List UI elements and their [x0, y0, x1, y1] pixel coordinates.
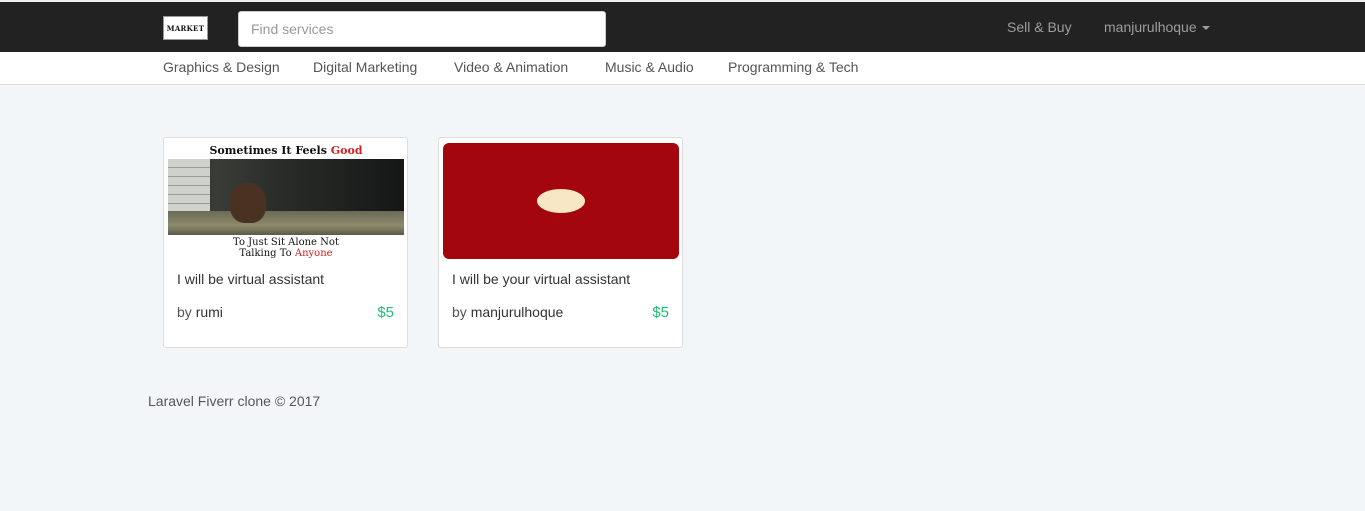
service-thumbnail[interactable]: Sometimes It Feels Good To Just Sit Alon… — [168, 143, 404, 259]
footer-copyright: Laravel Fiverr clone © 2017 — [148, 393, 321, 409]
top-navbar: MARKET Sell & Buy manjurulhoque — [0, 0, 1365, 52]
search-input[interactable] — [238, 11, 606, 47]
sell-buy-link[interactable]: Sell & Buy — [1007, 19, 1072, 35]
service-card[interactable]: I will be your virtual assistant by manj… — [438, 137, 683, 348]
service-title[interactable]: I will be virtual assistant — [177, 271, 324, 287]
caret-down-icon — [1201, 26, 1210, 31]
category-bar: Graphics & Design Digital Marketing Vide… — [0, 52, 1365, 85]
thumbnail-caption-top: Sometimes It Feels Good — [209, 144, 363, 157]
ellipse-graphic — [537, 189, 585, 213]
category-digital-marketing[interactable]: Digital Marketing — [313, 59, 417, 75]
service-seller: by manjurulhoque — [452, 304, 564, 320]
service-price: $5 — [377, 304, 394, 321]
teddy-bear-photo — [168, 159, 404, 235]
category-programming-tech[interactable]: Programming & Tech — [728, 59, 858, 75]
username-label: manjurulhoque — [1104, 19, 1197, 35]
service-title[interactable]: I will be your virtual assistant — [452, 271, 630, 287]
market-logo[interactable]: MARKET — [163, 16, 208, 40]
category-video-animation[interactable]: Video & Animation — [454, 59, 568, 75]
category-music-audio[interactable]: Music & Audio — [605, 59, 694, 75]
seller-link[interactable]: manjurulhoque — [471, 304, 564, 320]
category-graphics-design[interactable]: Graphics & Design — [163, 59, 280, 75]
service-card[interactable]: Sometimes It Feels Good To Just Sit Alon… — [163, 137, 408, 348]
user-menu-dropdown[interactable]: manjurulhoque — [1104, 19, 1210, 35]
seller-link[interactable]: rumi — [196, 304, 223, 320]
teddy-bear-icon — [230, 183, 266, 223]
service-thumbnail[interactable] — [443, 143, 679, 259]
service-price: $5 — [652, 304, 669, 321]
logo-text: MARKET — [166, 23, 205, 33]
service-seller: by rumi — [177, 304, 223, 320]
thumbnail-caption-bottom: To Just Sit Alone Not Talking To Anyone — [233, 237, 339, 259]
